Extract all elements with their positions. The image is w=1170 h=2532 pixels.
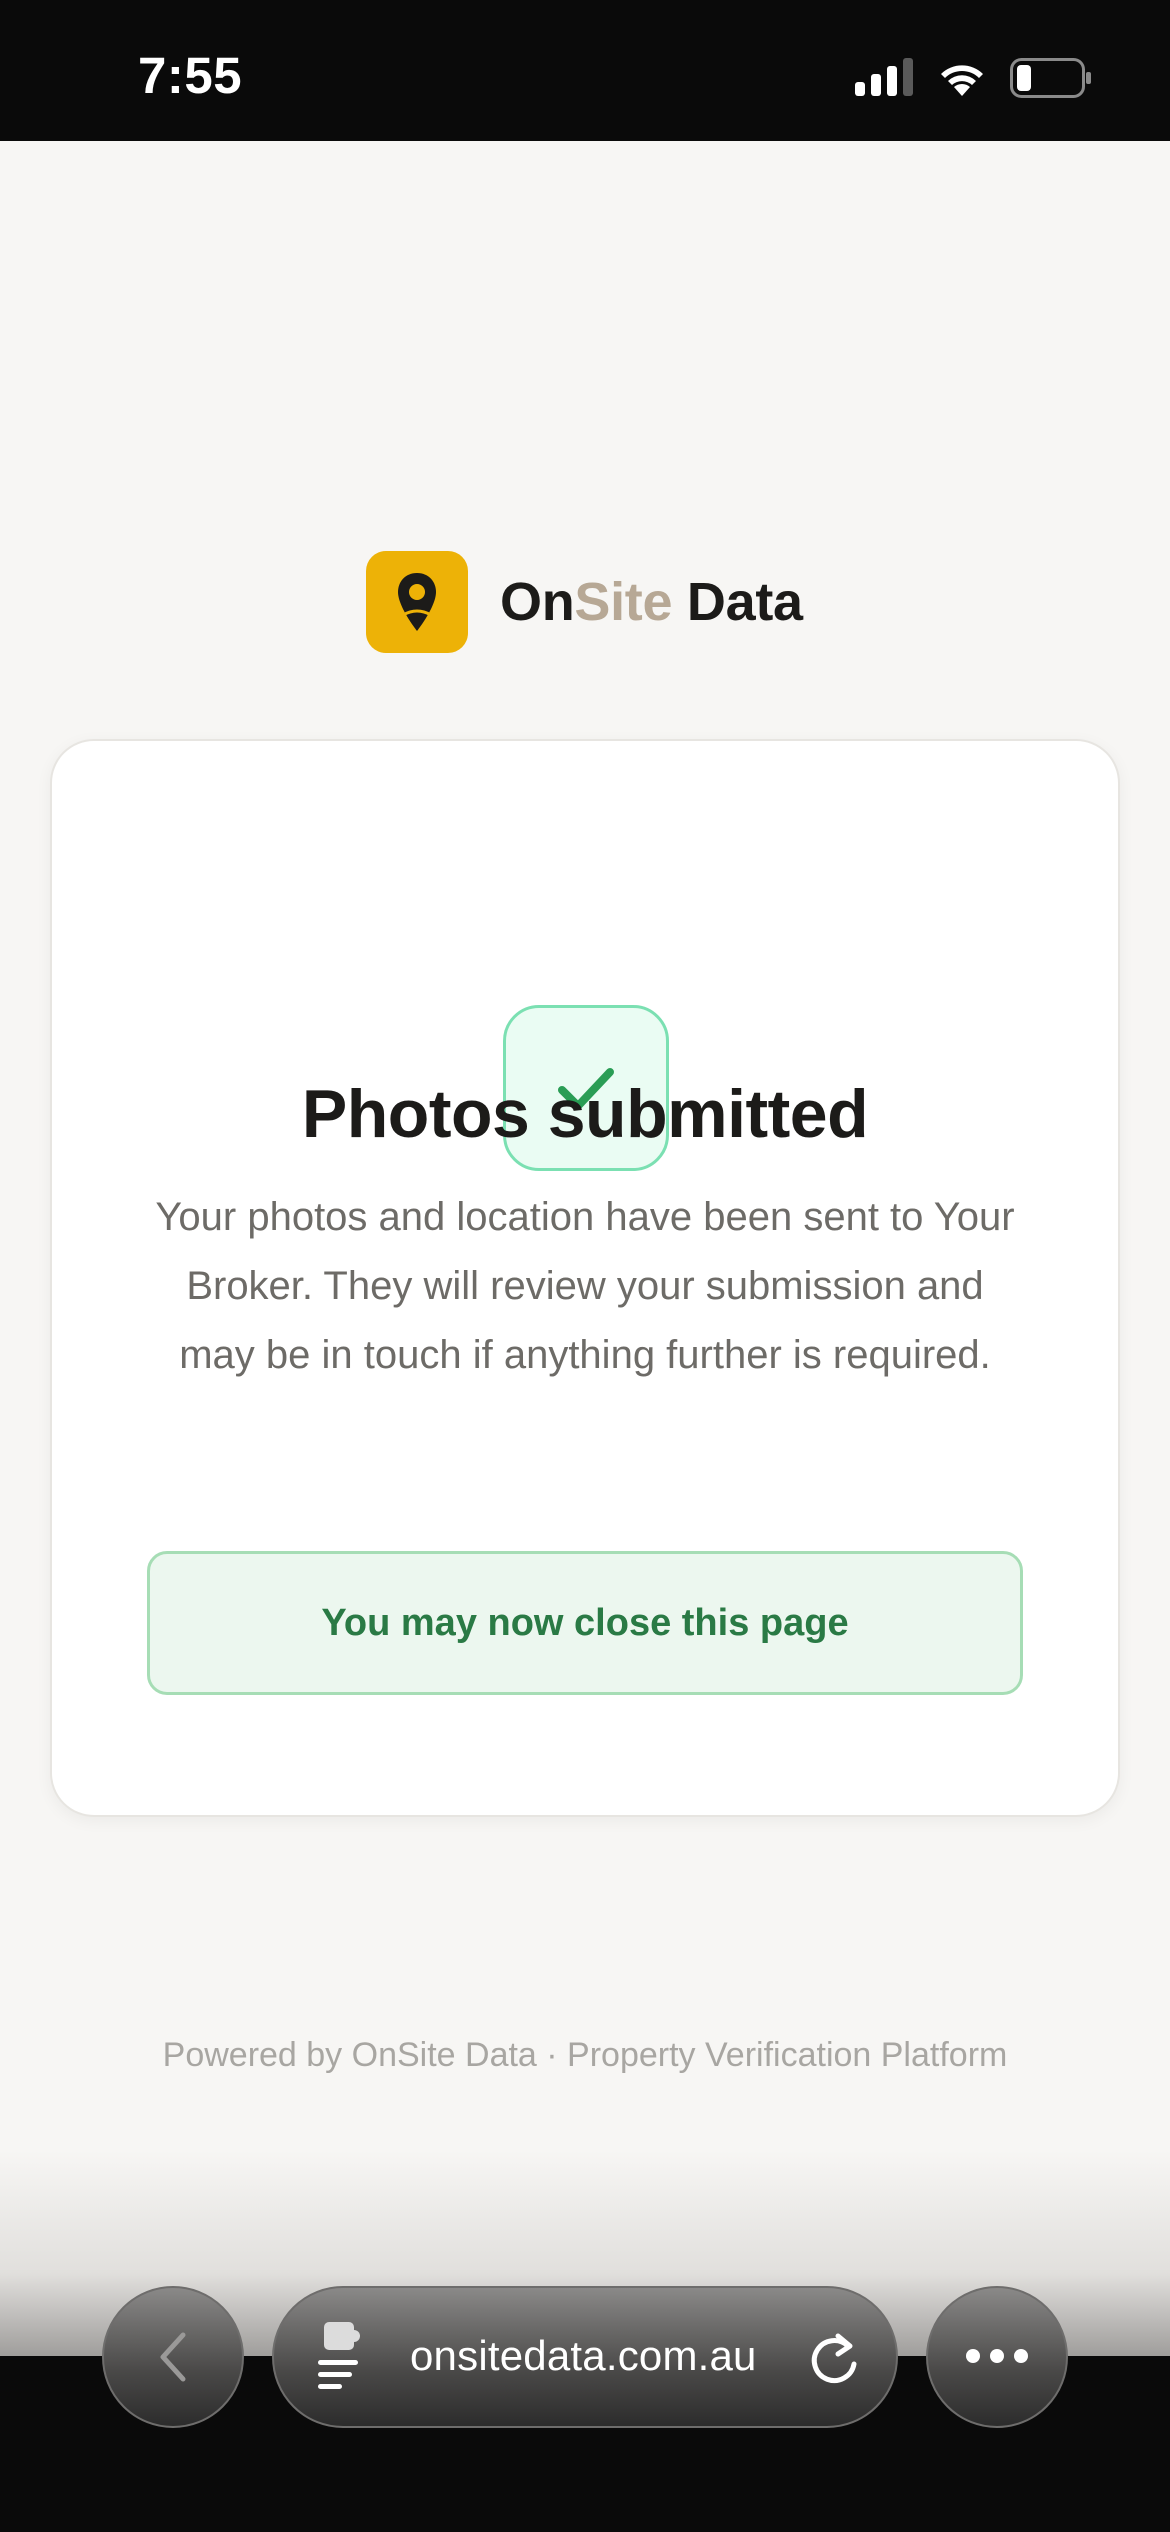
reload-icon[interactable] [804, 2326, 864, 2388]
location-pin-icon [366, 551, 468, 653]
more-button[interactable] [926, 2286, 1068, 2428]
more-icon [966, 2349, 1028, 2363]
brand-name-site: Site [574, 572, 673, 632]
close-page-notice: You may now close this page [147, 1551, 1023, 1695]
battery-icon [1010, 58, 1091, 98]
signal-icon [855, 58, 913, 96]
status-bar: 7:55 [0, 0, 1170, 141]
back-button[interactable] [102, 2286, 244, 2428]
brand-name: OnSite Data [500, 571, 803, 633]
chevron-left-icon [160, 2332, 186, 2382]
reader-icon[interactable] [314, 2320, 374, 2396]
wifi-icon [941, 65, 983, 96]
footer-text: Powered by OnSite Data · Property Verifi… [162, 2036, 1008, 2074]
brand: OnSite Data [366, 551, 803, 653]
url-text[interactable]: onsitedata.com.au [410, 2332, 757, 2380]
brand-name-on: On [500, 572, 575, 632]
brand-name-data: Data [672, 572, 803, 632]
status-time: 7:55 [138, 47, 243, 104]
address-bar[interactable]: onsitedata.com.au [272, 2286, 898, 2428]
confirmation-message: Your photos and location have been sent … [155, 1195, 1015, 1377]
page-title: Photos submitted [301, 1076, 869, 1152]
